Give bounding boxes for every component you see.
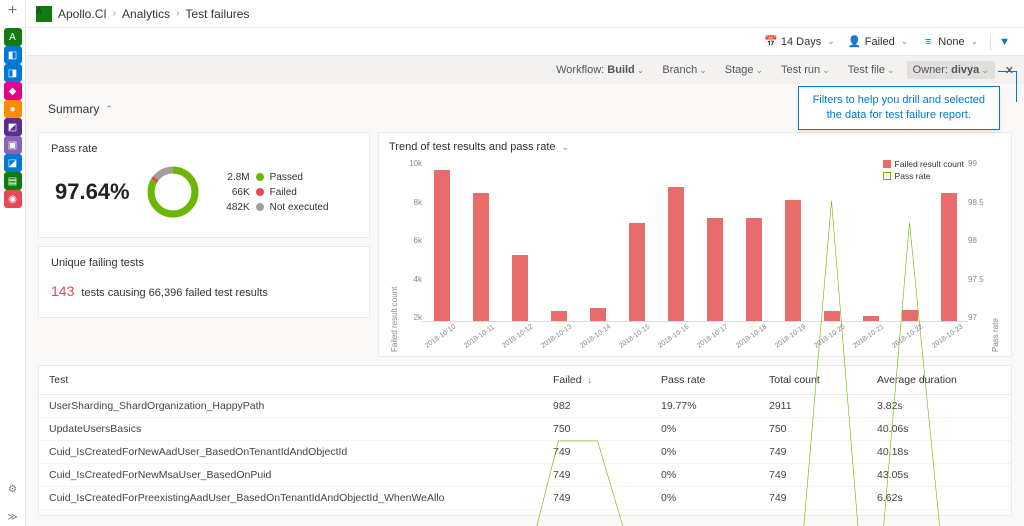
pass-rate-card: Pass rate 97.64% 2.8MPassed 66KFailed 482K… [38,132,370,238]
chevron-down-icon[interactable]: ⌄ [562,142,570,153]
calendar-icon: 📅 [765,36,777,48]
filter-testrun[interactable]: Test run⌄ [775,61,836,79]
breadcrumb: A Apollo.CI › Analytics › Test failures [26,0,1024,28]
legend-row: 2.8MPassed [216,172,329,183]
chart-legend: Failed result count Pass rate [881,157,966,185]
filter-branch[interactable]: Branch⌄ [656,61,712,79]
nav-item[interactable]: ◆ [4,82,22,100]
nav-item[interactable]: ▣ [4,136,22,154]
filter-icon: ▼ [999,36,1010,48]
nav-item[interactable]: ◉ [4,190,22,208]
filter-outcome[interactable]: 👤 Failed⌄ [843,33,915,51]
y-axis-left: 10k8k6k4k2k [400,157,422,352]
collapse-icon[interactable]: ≫ [4,508,22,526]
nav-item[interactable]: ◨ [4,64,22,82]
chevron-right-icon: › [176,8,179,19]
breadcrumb-project[interactable]: Apollo.CI [58,7,107,21]
top-filter-bar: 📅 14 Days⌄ 👤 Failed⌄ ≡ None⌄ ▼ [26,28,1024,56]
trend-chart[interactable]: 2018-10-102018-10-112018-10-122018-10-13… [422,157,968,322]
filter-testfile[interactable]: Test file⌄ [842,61,901,79]
nav-item[interactable]: ◧ [4,46,22,64]
y-axis-left-label: Failed result count [389,157,400,352]
settings-icon[interactable]: ⚙ [4,480,22,498]
nav-item[interactable]: ◩ [4,118,22,136]
left-nav-rail: + A◧◨◆●◩▣◪▤◉ ⚙ ≫ [0,0,26,526]
nav-item[interactable]: ◪ [4,154,22,172]
chevron-down-icon: ⌄ [827,36,835,47]
filter-workflow[interactable]: Workflow: Build⌄ [550,61,650,79]
nav-item[interactable]: A [4,28,22,46]
nav-item[interactable]: ● [4,100,22,118]
unique-failing-card: Unique failing tests 143 tests causing 6… [38,246,370,318]
y-axis-right: 9998.59897.597 [968,157,990,352]
chevron-up-icon: ⌃ [105,104,113,115]
project-avatar: A [36,6,52,22]
pass-rate-title: Pass rate [51,143,357,155]
list-icon: ≡ [922,36,934,48]
legend-row: 482KNot executed [216,202,329,213]
breadcrumb-page[interactable]: Test failures [185,7,249,21]
unique-failing-count: 143 [51,283,74,299]
pass-rate-value: 97.64% [55,179,130,205]
chevron-down-icon: ⌄ [971,36,979,47]
person-icon: 👤 [849,36,861,48]
unique-failing-title: Unique failing tests [51,257,357,269]
y-axis-right-label: Pass rate [990,157,1001,352]
breadcrumb-section[interactable]: Analytics [122,7,170,21]
pass-rate-donut [144,163,202,221]
nav-item[interactable]: ▤ [4,172,22,190]
chevron-down-icon: ⌄ [901,36,909,47]
filter-group[interactable]: ≡ None⌄ [916,33,984,51]
stage-filter-bar: Workflow: Build⌄ Branch⌄ Stage⌄ Test run… [26,56,1024,84]
filter-stage[interactable]: Stage⌄ [719,61,769,79]
trend-title: Trend of test results and pass rate [389,141,556,153]
help-callout: Filters to help you drill and selected t… [798,86,1000,130]
trend-card: Trend of test results and pass rate ⌄ Fai… [378,132,1012,357]
filter-owner[interactable]: Owner: divya⌄ [907,61,995,79]
add-icon[interactable]: + [6,4,20,18]
unique-failing-suffix: tests causing 66,396 failed test results [81,287,268,299]
filter-toggle-button[interactable]: ▼ [990,33,1016,51]
legend-row: 66KFailed [216,187,329,198]
chevron-right-icon: › [113,8,116,19]
filter-days[interactable]: 📅 14 Days⌄ [759,33,841,51]
